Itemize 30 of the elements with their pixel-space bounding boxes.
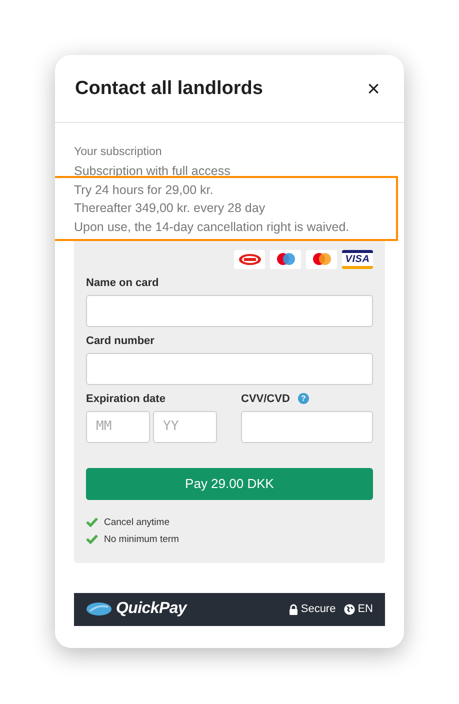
- subscription-text: Subscription with full access: [74, 162, 232, 180]
- benefit-text: No minimum term: [104, 534, 179, 545]
- input-field[interactable]: [86, 294, 373, 327]
- visa-logo: VISA: [342, 250, 373, 269]
- secure-label: Secure: [300, 603, 336, 616]
- subscription-text: Thereafter 349,00 kr. every 28 day: [74, 200, 266, 218]
- language-selector[interactable]: EN: [358, 603, 373, 616]
- field-label: Card number: [86, 334, 156, 347]
- field-label: Name on card: [86, 276, 160, 289]
- benefit-text: Cancel anytime: [104, 516, 170, 528]
- input-field[interactable]: [86, 352, 373, 385]
- mastercard-logo-icon: [306, 250, 337, 269]
- subscription-text: Your subscription: [74, 145, 163, 160]
- close-button[interactable]: ×: [367, 78, 380, 100]
- year-field[interactable]: YY: [153, 410, 217, 443]
- brand-logo-icon: [86, 602, 112, 616]
- subscription-text: Upon use, the 14-day cancellation right is waived.: [74, 219, 350, 236]
- month-field[interactable]: MM: [86, 410, 150, 443]
- check-icon: [86, 517, 98, 528]
- brand-name: QuickPay: [116, 600, 187, 618]
- dialog-title: Contact all landlords: [75, 78, 263, 100]
- dankort-logo-icon: [234, 250, 265, 269]
- subscription-text: Try 24 hours for 29,00 kr.: [74, 182, 214, 199]
- field-label: Expiration date: [86, 392, 166, 405]
- input-field[interactable]: [241, 410, 373, 443]
- pay-button[interactable]: Pay 29.00 DKK: [86, 468, 373, 500]
- maestro-logo-icon: [270, 250, 301, 269]
- check-icon: [86, 534, 98, 544]
- lock-icon: [288, 604, 298, 615]
- field-label: CVV/CVD: [241, 392, 290, 405]
